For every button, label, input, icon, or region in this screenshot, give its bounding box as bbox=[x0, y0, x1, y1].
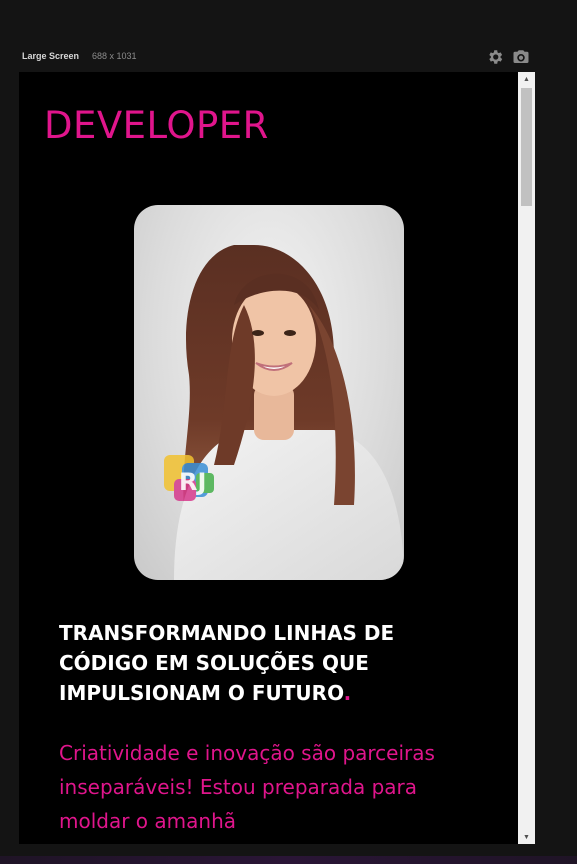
scroll-up-arrow-icon[interactable]: ▲ bbox=[518, 72, 535, 86]
headline-dot: . bbox=[343, 681, 352, 705]
camera-icon[interactable] bbox=[512, 48, 530, 66]
hero-headline: TRANSFORMANDO LINHAS DE CÓDIGO EM SOLUÇÕ… bbox=[59, 618, 479, 708]
hero-title: DEVELOPER bbox=[44, 104, 269, 147]
screen-size-label: 688 x 1031 bbox=[92, 51, 137, 61]
svg-text:RJ: RJ bbox=[179, 468, 206, 496]
vertical-scrollbar[interactable]: ▲ ▼ bbox=[518, 72, 535, 844]
preview-toolbar: Large Screen 688 x 1031 bbox=[0, 0, 577, 72]
bottom-strip bbox=[0, 856, 577, 864]
profile-photo: RJ bbox=[134, 205, 404, 580]
gear-icon[interactable] bbox=[486, 48, 504, 66]
hero-tagline: Criatividade e inovação são parceiras in… bbox=[59, 741, 435, 833]
scroll-down-arrow-icon[interactable]: ▼ bbox=[518, 830, 535, 844]
preview-viewport: DEVELOPER RJ TRANSFORMANDO LINHAS DE CÓD… bbox=[19, 72, 518, 844]
screen-name-label: Large Screen bbox=[22, 51, 80, 61]
scroll-thumb[interactable] bbox=[521, 88, 532, 206]
